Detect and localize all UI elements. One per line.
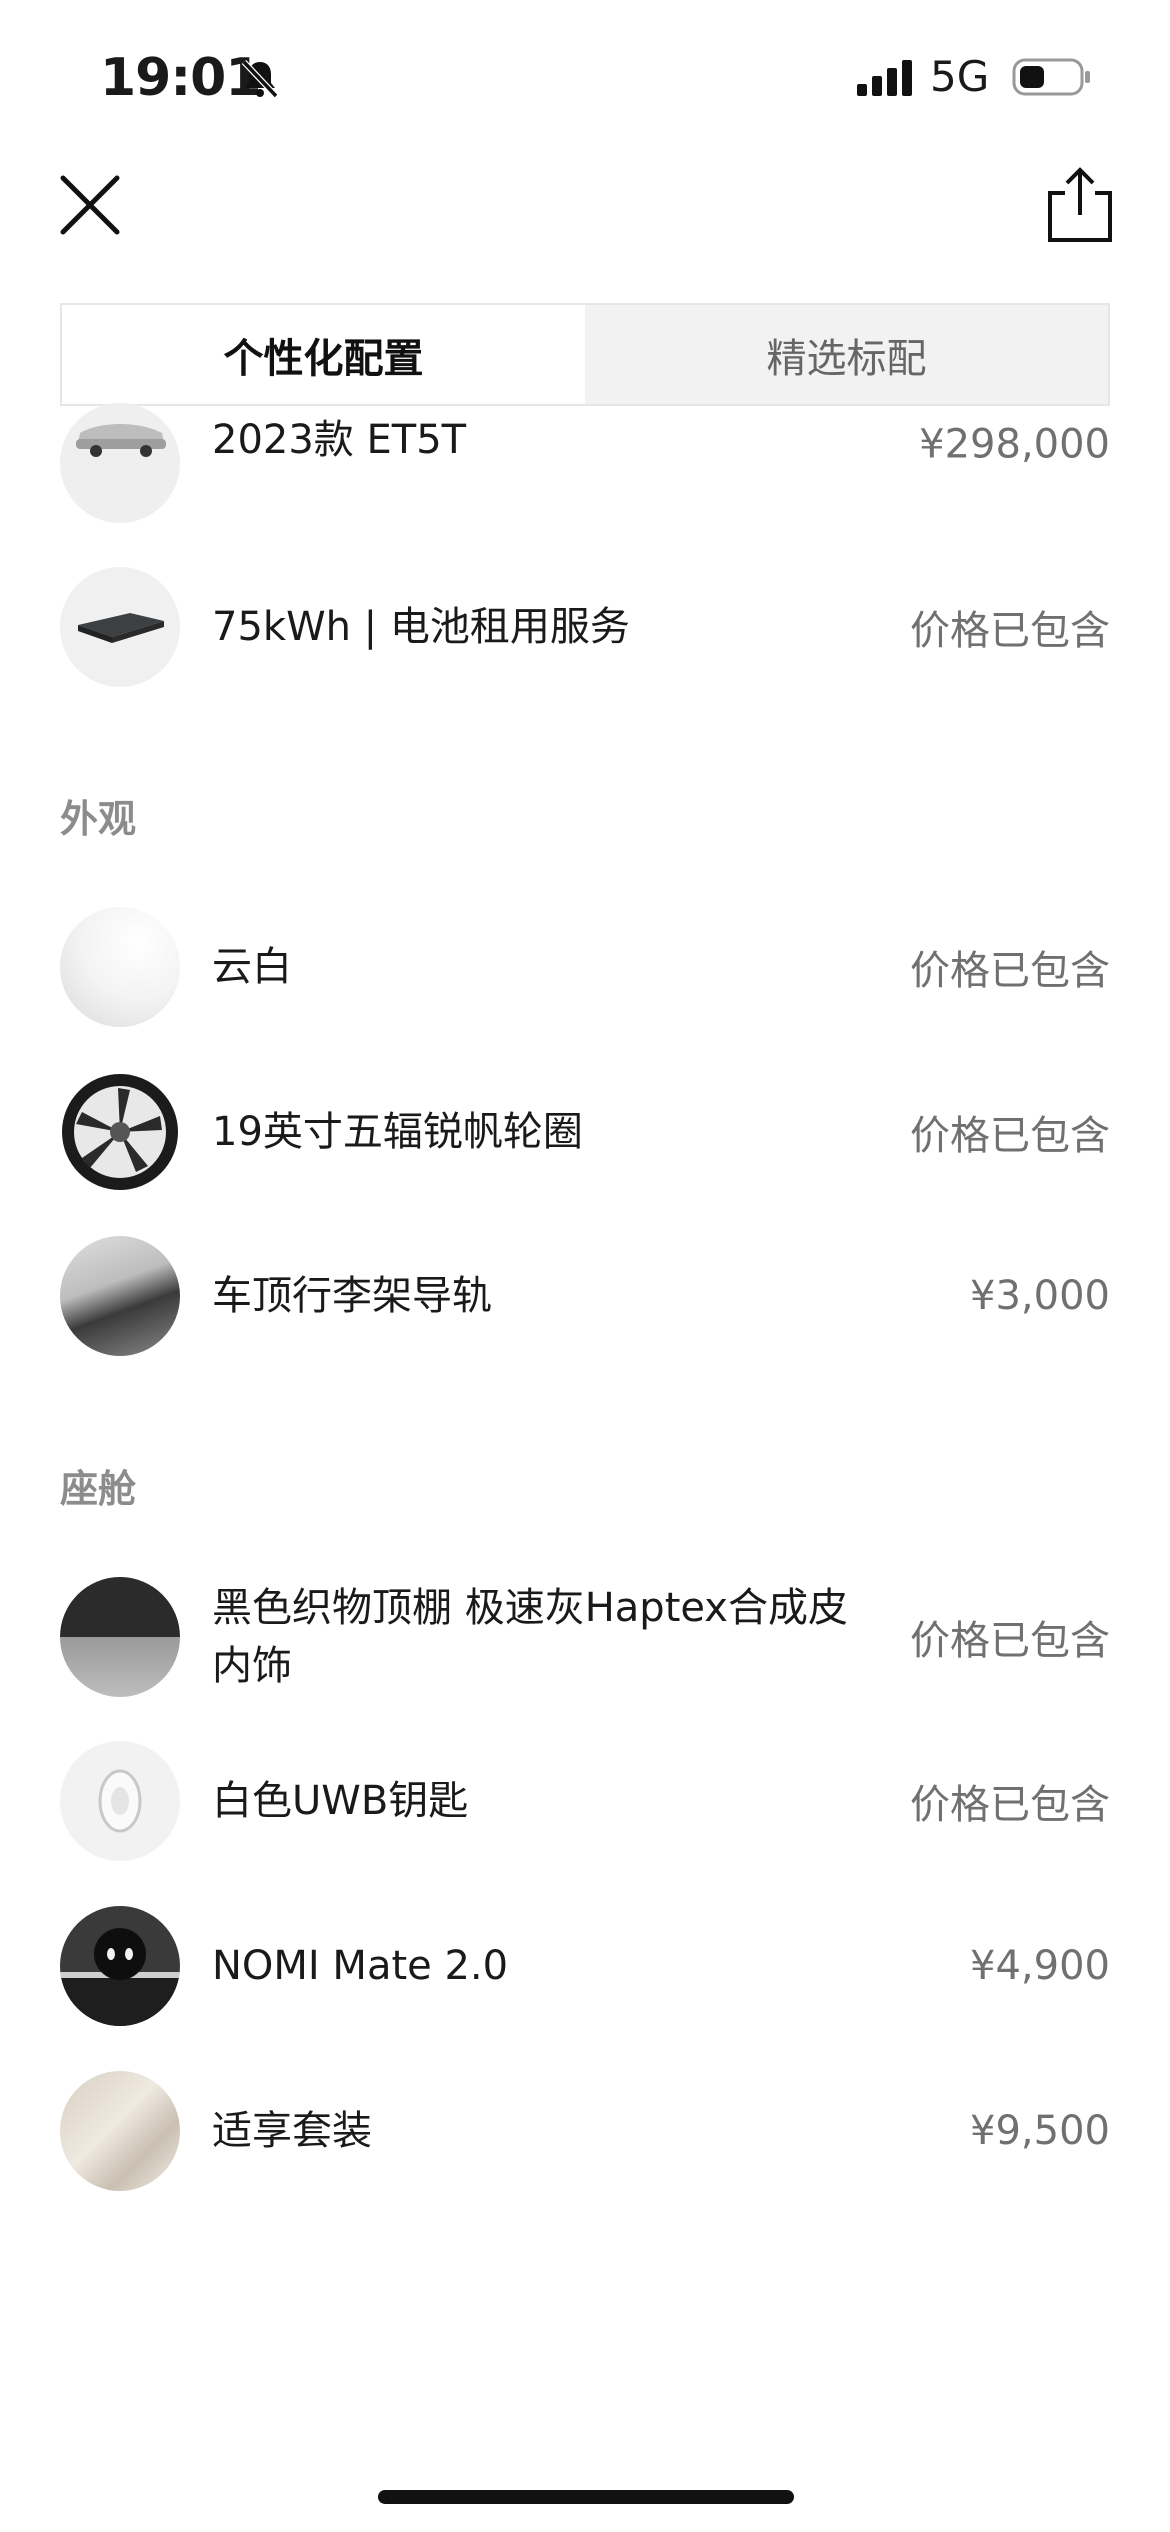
item-label: 车顶行李架导轨 <box>212 1273 492 1319</box>
item-price: ¥4,900 <box>970 1943 1110 1989</box>
tab-standard-config[interactable]: 精选标配 <box>585 305 1108 404</box>
item-price: 价格已包含 <box>910 1113 1110 1159</box>
item-label: 白色UWB钥匙 <box>212 1778 469 1824</box>
list-item[interactable]: 2023款 ET5T ¥298,000 <box>60 403 1110 523</box>
item-label: 云白 <box>212 944 292 990</box>
bell-muted-icon <box>241 59 279 99</box>
battery-icon <box>1012 58 1090 96</box>
list-item[interactable]: 黑色织物顶棚 极速灰Haptex合成皮内饰 价格已包含 <box>60 1577 1110 1697</box>
home-indicator[interactable] <box>378 2490 794 2504</box>
item-price: 价格已包含 <box>910 1782 1110 1828</box>
roof-rail-thumbnail <box>60 1236 180 1356</box>
list-item[interactable]: 白色UWB钥匙 价格已包含 <box>60 1741 1110 1861</box>
list-item[interactable]: 车顶行李架导轨 ¥3,000 <box>60 1236 1110 1356</box>
battery-pack-thumbnail <box>60 567 180 687</box>
item-price: 价格已包含 <box>910 948 1110 994</box>
wheel-thumbnail <box>60 1072 180 1192</box>
comfort-package-thumbnail <box>60 2071 180 2191</box>
signal-icon <box>857 60 912 96</box>
close-button[interactable] <box>55 170 125 240</box>
list-item[interactable]: 75kWh | 电池租用服务 价格已包含 <box>60 567 1110 687</box>
list-item[interactable]: 19英寸五辐锐帆轮圈 价格已包含 <box>60 1072 1110 1192</box>
tab-personalized-config[interactable]: 个性化配置 <box>62 305 585 404</box>
list-item[interactable]: NOMI Mate 2.0 ¥4,900 <box>60 1906 1110 2026</box>
item-price: 价格已包含 <box>910 1618 1110 1664</box>
nomi-mate-thumbnail <box>60 1906 180 2026</box>
color-swatch-white <box>60 907 180 1027</box>
network-type: 5G <box>930 52 990 101</box>
item-label: 适享套装 <box>212 2108 372 2154</box>
section-title-exterior: 外观 <box>60 797 137 841</box>
item-price: 价格已包含 <box>910 608 1110 654</box>
item-label: 75kWh | 电池租用服务 <box>212 604 630 650</box>
config-tabs: 个性化配置 精选标配 <box>60 303 1110 406</box>
section-title-cabin: 座舱 <box>60 1467 137 1511</box>
status-time: 19:01 <box>100 48 262 108</box>
item-price: ¥9,500 <box>970 2108 1110 2154</box>
item-label: 黑色织物顶棚 极速灰Haptex合成皮内饰 <box>212 1585 848 1689</box>
list-item[interactable]: 云白 价格已包含 <box>60 907 1110 1027</box>
interior-swatch <box>60 1577 180 1697</box>
item-price: ¥3,000 <box>970 1273 1110 1319</box>
item-label: 2023款 ET5T <box>212 416 467 463</box>
uwb-key-thumbnail <box>60 1741 180 1861</box>
item-label: 19英寸五辐锐帆轮圈 <box>212 1109 583 1155</box>
share-button[interactable] <box>1040 165 1120 245</box>
list-item[interactable]: 适享套装 ¥9,500 <box>60 2071 1110 2191</box>
item-price: ¥298,000 <box>919 421 1110 468</box>
car-thumbnail <box>60 403 180 523</box>
item-label: NOMI Mate 2.0 <box>212 1943 509 1989</box>
